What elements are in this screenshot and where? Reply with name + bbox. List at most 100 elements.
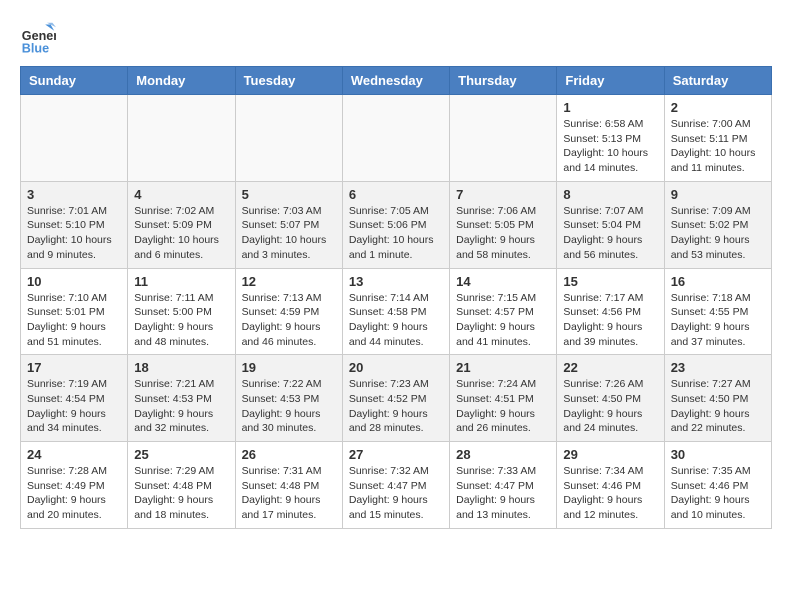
day-header-wednesday: Wednesday	[342, 67, 449, 95]
calendar-cell	[235, 95, 342, 182]
day-info: Sunrise: 7:22 AM Sunset: 4:53 PM Dayligh…	[242, 377, 336, 436]
day-number: 2	[671, 100, 765, 115]
calendar-cell	[342, 95, 449, 182]
day-header-sunday: Sunday	[21, 67, 128, 95]
day-info: Sunrise: 7:15 AM Sunset: 4:57 PM Dayligh…	[456, 291, 550, 350]
day-number: 20	[349, 360, 443, 375]
calendar-cell: 3 Sunrise: 7:01 AM Sunset: 5:10 PM Daylig…	[21, 181, 128, 268]
logo-icon: General Blue	[20, 20, 56, 56]
day-info: Sunrise: 7:26 AM Sunset: 4:50 PM Dayligh…	[563, 377, 657, 436]
day-number: 26	[242, 447, 336, 462]
calendar-cell: 25 Sunrise: 7:29 AM Sunset: 4:48 PM Dayli…	[128, 442, 235, 529]
day-header-friday: Friday	[557, 67, 664, 95]
calendar-cell: 13 Sunrise: 7:14 AM Sunset: 4:58 PM Dayli…	[342, 268, 449, 355]
day-info: Sunrise: 7:05 AM Sunset: 5:06 PM Dayligh…	[349, 204, 443, 263]
day-info: Sunrise: 7:24 AM Sunset: 4:51 PM Dayligh…	[456, 377, 550, 436]
day-number: 27	[349, 447, 443, 462]
logo: General Blue	[20, 20, 60, 56]
day-number: 18	[134, 360, 228, 375]
calendar-cell: 5Sunrise: 7:03 AM Sunset: 5:07 PM Daylig…	[235, 181, 342, 268]
day-number: 14	[456, 274, 550, 289]
day-number: 10	[27, 274, 121, 289]
day-info: Sunrise: 7:28 AM Sunset: 4:49 PM Dayligh…	[27, 464, 121, 523]
day-header-saturday: Saturday	[664, 67, 771, 95]
calendar-table: SundayMondayTuesdayWednesdayThursdayFrid…	[20, 66, 772, 529]
calendar-cell	[450, 95, 557, 182]
calendar-week-2: 3 Sunrise: 7:01 AM Sunset: 5:10 PM Daylig…	[21, 181, 772, 268]
calendar-cell: 21Sunrise: 7:24 AM Sunset: 4:51 PM Dayli…	[450, 355, 557, 442]
day-info: Sunrise: 7:17 AM Sunset: 4:56 PM Dayligh…	[563, 291, 657, 350]
day-number: 11	[134, 274, 228, 289]
calendar-cell: 12Sunrise: 7:13 AM Sunset: 4:59 PM Dayli…	[235, 268, 342, 355]
day-info: Sunrise: 7:33 AM Sunset: 4:47 PM Dayligh…	[456, 464, 550, 523]
day-number: 8	[563, 187, 657, 202]
day-number: 30	[671, 447, 765, 462]
calendar-cell: 7 Sunrise: 7:06 AM Sunset: 5:05 PM Daylig…	[450, 181, 557, 268]
day-number: 25	[134, 447, 228, 462]
day-number: 7	[456, 187, 550, 202]
day-number: 23	[671, 360, 765, 375]
day-number: 24	[27, 447, 121, 462]
day-header-tuesday: Tuesday	[235, 67, 342, 95]
day-info: Sunrise: 7:31 AM Sunset: 4:48 PM Dayligh…	[242, 464, 336, 523]
calendar-cell: 14 Sunrise: 7:15 AM Sunset: 4:57 PM Dayli…	[450, 268, 557, 355]
calendar-cell: 15 Sunrise: 7:17 AM Sunset: 4:56 PM Dayli…	[557, 268, 664, 355]
day-number: 1	[563, 100, 657, 115]
day-info: Sunrise: 7:35 AM Sunset: 4:46 PM Dayligh…	[671, 464, 765, 523]
calendar-header-row: SundayMondayTuesdayWednesdayThursdayFrid…	[21, 67, 772, 95]
day-number: 13	[349, 274, 443, 289]
day-number: 17	[27, 360, 121, 375]
calendar-cell: 18 Sunrise: 7:21 AM Sunset: 4:53 PM Dayli…	[128, 355, 235, 442]
day-number: 9	[671, 187, 765, 202]
day-header-thursday: Thursday	[450, 67, 557, 95]
calendar-cell: 6 Sunrise: 7:05 AM Sunset: 5:06 PM Daylig…	[342, 181, 449, 268]
day-number: 12	[242, 274, 336, 289]
day-info: Sunrise: 7:02 AM Sunset: 5:09 PM Dayligh…	[134, 204, 228, 263]
calendar-cell	[21, 95, 128, 182]
calendar-cell: 9Sunrise: 7:09 AM Sunset: 5:02 PM Daylig…	[664, 181, 771, 268]
calendar-cell: 16 Sunrise: 7:18 AM Sunset: 4:55 PM Dayli…	[664, 268, 771, 355]
day-info: Sunrise: 7:14 AM Sunset: 4:58 PM Dayligh…	[349, 291, 443, 350]
day-info: Sunrise: 7:01 AM Sunset: 5:10 PM Dayligh…	[27, 204, 121, 263]
calendar-cell: 2Sunrise: 7:00 AM Sunset: 5:11 PM Daylig…	[664, 95, 771, 182]
calendar-cell: 28 Sunrise: 7:33 AM Sunset: 4:47 PM Dayli…	[450, 442, 557, 529]
day-info: Sunrise: 7:19 AM Sunset: 4:54 PM Dayligh…	[27, 377, 121, 436]
calendar-cell: 20Sunrise: 7:23 AM Sunset: 4:52 PM Dayli…	[342, 355, 449, 442]
day-number: 29	[563, 447, 657, 462]
calendar-cell: 4 Sunrise: 7:02 AM Sunset: 5:09 PM Daylig…	[128, 181, 235, 268]
day-number: 3	[27, 187, 121, 202]
day-info: Sunrise: 7:18 AM Sunset: 4:55 PM Dayligh…	[671, 291, 765, 350]
calendar-cell: 30 Sunrise: 7:35 AM Sunset: 4:46 PM Dayli…	[664, 442, 771, 529]
calendar-cell: 17 Sunrise: 7:19 AM Sunset: 4:54 PM Dayli…	[21, 355, 128, 442]
day-info: Sunrise: 7:07 AM Sunset: 5:04 PM Dayligh…	[563, 204, 657, 263]
calendar-cell: 11 Sunrise: 7:11 AM Sunset: 5:00 PM Dayli…	[128, 268, 235, 355]
day-info: Sunrise: 7:29 AM Sunset: 4:48 PM Dayligh…	[134, 464, 228, 523]
day-info: Sunrise: 7:21 AM Sunset: 4:53 PM Dayligh…	[134, 377, 228, 436]
day-number: 6	[349, 187, 443, 202]
svg-text:Blue: Blue	[22, 41, 49, 55]
day-info: Sunrise: 7:11 AM Sunset: 5:00 PM Dayligh…	[134, 291, 228, 350]
day-number: 16	[671, 274, 765, 289]
day-number: 15	[563, 274, 657, 289]
calendar-week-1: 1 Sunrise: 6:58 AM Sunset: 5:13 PM Daylig…	[21, 95, 772, 182]
calendar-cell: 10 Sunrise: 7:10 AM Sunset: 5:01 PM Dayli…	[21, 268, 128, 355]
calendar-cell: 8 Sunrise: 7:07 AM Sunset: 5:04 PM Daylig…	[557, 181, 664, 268]
day-header-monday: Monday	[128, 67, 235, 95]
calendar-cell: 27Sunrise: 7:32 AM Sunset: 4:47 PM Dayli…	[342, 442, 449, 529]
calendar-week-5: 24 Sunrise: 7:28 AM Sunset: 4:49 PM Dayli…	[21, 442, 772, 529]
day-number: 19	[242, 360, 336, 375]
day-info: Sunrise: 7:34 AM Sunset: 4:46 PM Dayligh…	[563, 464, 657, 523]
calendar-cell: 22Sunrise: 7:26 AM Sunset: 4:50 PM Dayli…	[557, 355, 664, 442]
calendar-cell: 26 Sunrise: 7:31 AM Sunset: 4:48 PM Dayli…	[235, 442, 342, 529]
calendar-cell: 24 Sunrise: 7:28 AM Sunset: 4:49 PM Dayli…	[21, 442, 128, 529]
calendar-cell: 19 Sunrise: 7:22 AM Sunset: 4:53 PM Dayli…	[235, 355, 342, 442]
day-info: Sunrise: 7:06 AM Sunset: 5:05 PM Dayligh…	[456, 204, 550, 263]
calendar-cell: 1 Sunrise: 6:58 AM Sunset: 5:13 PM Daylig…	[557, 95, 664, 182]
day-number: 28	[456, 447, 550, 462]
day-number: 4	[134, 187, 228, 202]
day-info: Sunrise: 7:03 AM Sunset: 5:07 PM Dayligh…	[242, 204, 336, 263]
calendar-cell: 23 Sunrise: 7:27 AM Sunset: 4:50 PM Dayli…	[664, 355, 771, 442]
day-info: Sunrise: 7:10 AM Sunset: 5:01 PM Dayligh…	[27, 291, 121, 350]
day-info: Sunrise: 7:27 AM Sunset: 4:50 PM Dayligh…	[671, 377, 765, 436]
day-info: Sunrise: 6:58 AM Sunset: 5:13 PM Dayligh…	[563, 117, 657, 176]
